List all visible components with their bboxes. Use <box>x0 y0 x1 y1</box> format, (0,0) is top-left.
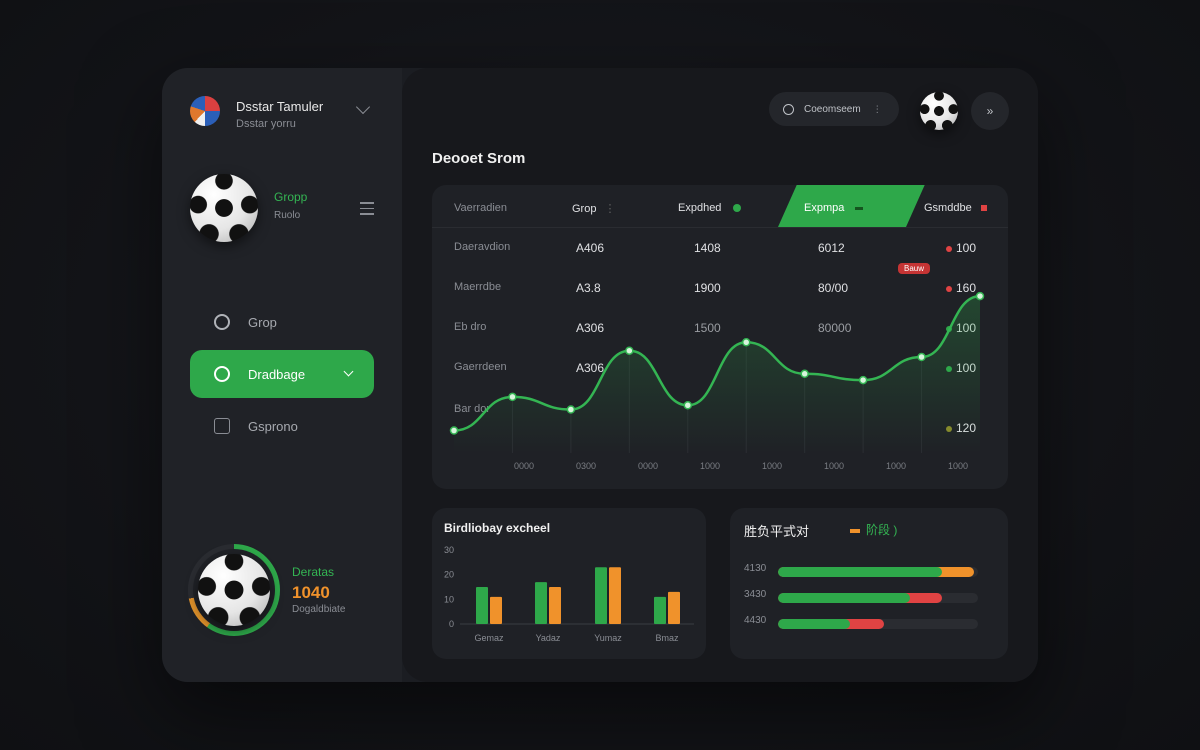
x-tick-label: Gemaz <box>474 633 504 643</box>
nav-label: Gsprono <box>248 418 298 434</box>
bar[interactable] <box>490 596 502 624</box>
x-tick-label: 0300 <box>576 461 596 471</box>
profile-avatar <box>190 174 258 242</box>
calendar-icon <box>214 418 230 434</box>
progress-track <box>778 567 978 577</box>
stats-panel: Vaerradien Grop ⋮ Expdhed Expmpa Gsmddbe … <box>432 185 1008 489</box>
x-tick-label: 1000 <box>948 461 968 471</box>
stat-ball-icon <box>198 554 270 626</box>
x-tick-label: Bmaz <box>655 633 679 643</box>
brand-subtitle: Dsstar yorru <box>236 118 296 130</box>
x-tick-label: 0000 <box>638 461 658 471</box>
bar[interactable] <box>609 567 621 624</box>
progress-label: 4430 <box>744 615 767 626</box>
user-avatar[interactable] <box>920 92 958 130</box>
profile-role: Ruolo <box>274 210 301 221</box>
nav-item-group[interactable]: Grop <box>190 298 374 346</box>
bar[interactable] <box>549 587 561 624</box>
line-point[interactable] <box>683 401 693 410</box>
y-tick-label: 0 <box>449 619 454 629</box>
line-point[interactable] <box>800 369 809 379</box>
line-chart: 0000 0300 0000 1000 1000 1000 1000 1000 <box>449 291 985 471</box>
check-icon <box>343 366 354 377</box>
line-point[interactable] <box>858 375 868 385</box>
bar[interactable] <box>535 582 547 624</box>
brand-title: Dsstar Tamuler <box>236 99 324 114</box>
x-tick-label: 1000 <box>824 461 844 471</box>
dashboard-icon <box>214 366 230 382</box>
x-tick-label: Yumaz <box>594 633 622 643</box>
progress-track <box>778 619 978 629</box>
more-button[interactable]: » <box>971 92 1009 130</box>
line-point[interactable] <box>975 291 985 301</box>
line-point[interactable] <box>508 392 517 402</box>
y-tick-label: 30 <box>444 545 454 555</box>
line-point[interactable] <box>625 346 634 355</box>
progress-fill <box>778 593 910 603</box>
more-icon: » <box>986 104 994 118</box>
x-tick-label: Yadaz <box>536 633 561 643</box>
main-content: Coeomseem ⋮ » Deooet Srom Vaerradien Gro… <box>402 68 1038 682</box>
progress-legend: 阶段 ) <box>850 521 897 538</box>
progress-label: 3430 <box>744 589 767 600</box>
page-title: Deooet Srom <box>432 150 526 167</box>
nav-item-dashboard[interactable]: Dradbage <box>190 350 374 398</box>
y-tick-label: 10 <box>444 594 454 604</box>
progress-fill <box>778 619 850 629</box>
search-icon <box>783 103 794 115</box>
x-tick-label: 0000 <box>514 461 534 471</box>
bar-chart: 30 20 10 0 Gemaz Yadaz Yumaz Bmaz <box>444 545 694 643</box>
line-point[interactable] <box>449 426 459 435</box>
nav-label: Grop <box>248 314 277 330</box>
bar[interactable] <box>654 596 666 624</box>
chevron-down-icon[interactable] <box>355 99 371 115</box>
bar-chart-panel: Birdliobay excheel 30 20 10 0 Gemaz Yadaz Yum… <box>432 508 706 659</box>
x-tick-label: 1000 <box>886 461 906 471</box>
nav-label: Dradbage <box>248 366 306 382</box>
bar[interactable] <box>595 567 607 624</box>
progress-track <box>778 593 978 603</box>
x-tick-label: 1000 <box>700 461 720 471</box>
stat-subtitle: Dogaldbiate <box>292 604 346 615</box>
y-tick-label: 20 <box>444 570 454 580</box>
caret-icon: ⋮ <box>872 103 882 114</box>
line-point[interactable] <box>741 338 751 347</box>
circle-icon <box>214 314 230 330</box>
app-window: Dsstar Tamuler Dsstar yorru Gropp Ruolo … <box>162 68 1038 682</box>
legend-swatch <box>850 528 860 533</box>
line-point[interactable] <box>566 405 576 414</box>
brand-logo-icon <box>190 96 220 126</box>
progress-title: 胜负平式对 <box>744 524 810 539</box>
x-tick-label: 1000 <box>762 461 782 471</box>
bar[interactable] <box>668 591 680 624</box>
bar[interactable] <box>476 587 488 624</box>
nav-item-schedule[interactable]: Gsprono <box>190 402 374 450</box>
progress-panel: 胜负平式对 阶段 ) 4130 3430 4430 <box>730 508 1008 659</box>
stat-value: 1040 <box>292 583 330 602</box>
menu-icon[interactable] <box>360 200 374 215</box>
sidebar: Dsstar Tamuler Dsstar yorru Gropp Ruolo … <box>162 68 402 682</box>
profile-name: Gropp <box>274 190 308 204</box>
progress-label: 4130 <box>744 563 767 574</box>
progress-fill <box>778 567 942 577</box>
stat-title: Deratas <box>292 565 335 579</box>
line-point[interactable] <box>917 352 926 362</box>
search-label: Coeomseem <box>804 103 861 115</box>
search-pill[interactable]: Coeomseem ⋮ <box>769 92 899 126</box>
